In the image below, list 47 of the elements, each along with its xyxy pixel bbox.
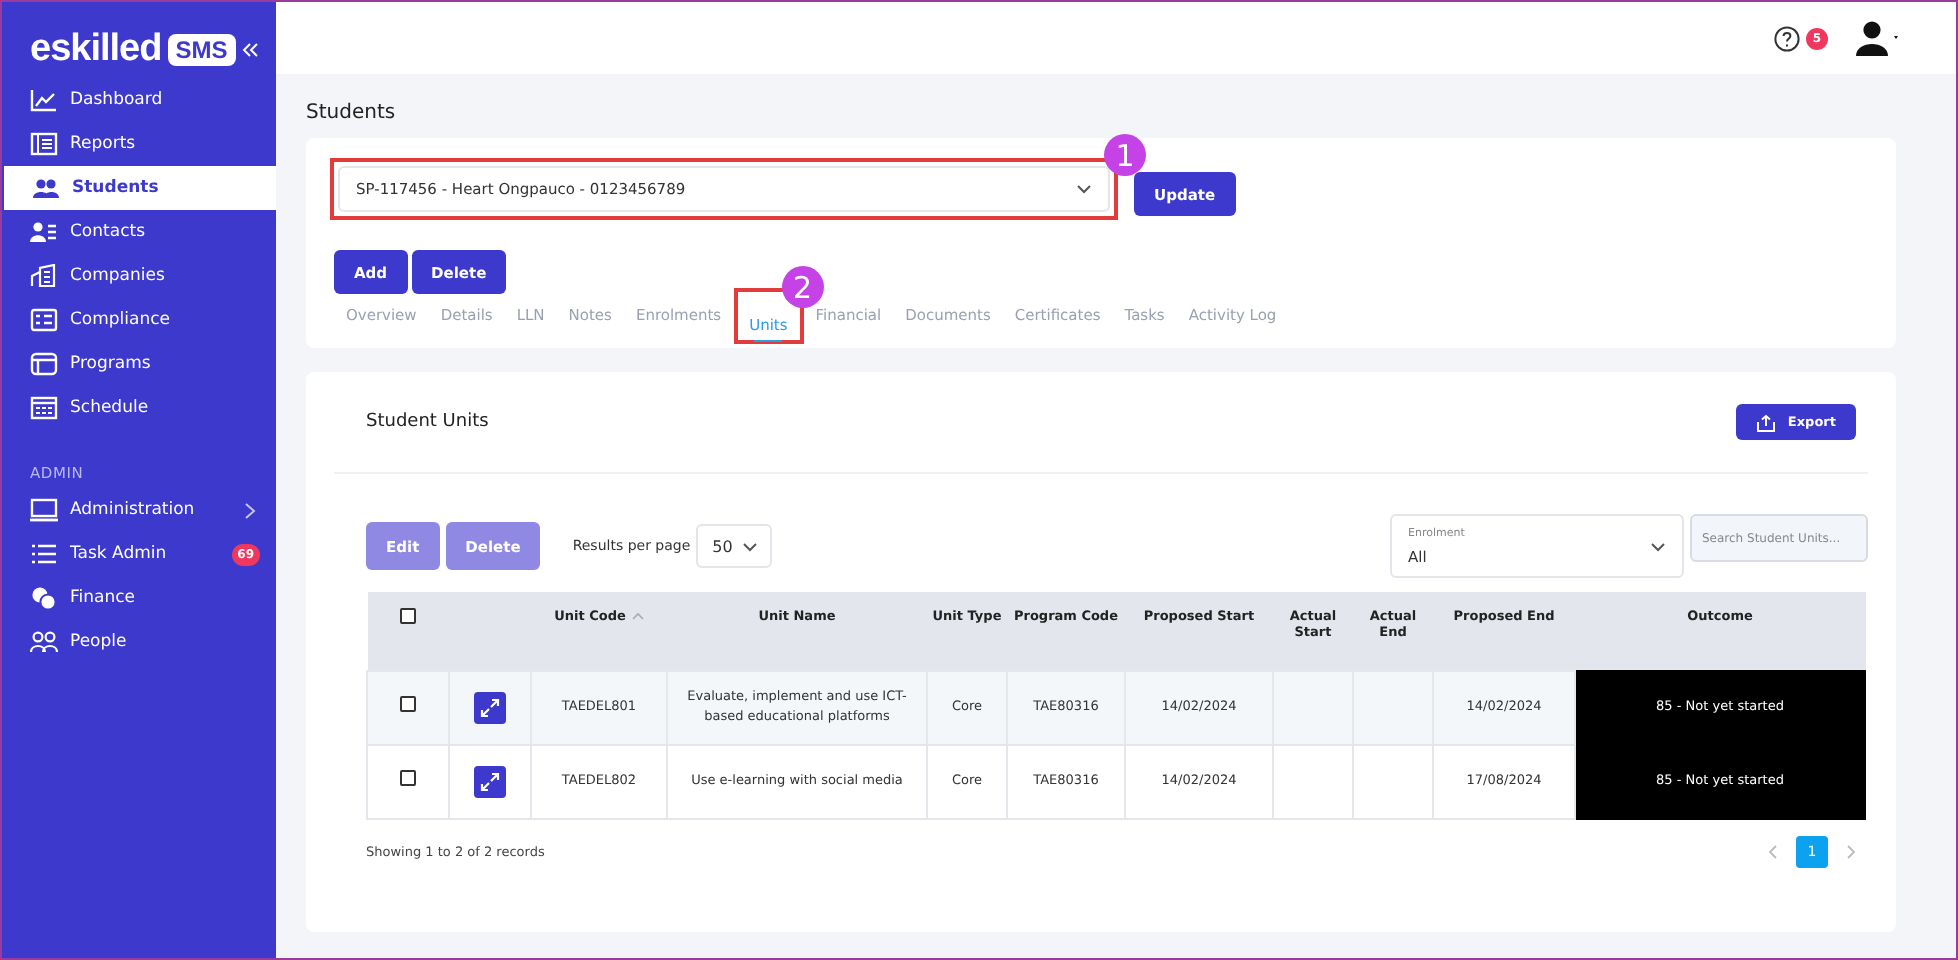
results-per-page-select[interactable]: 50 (696, 524, 773, 568)
sidebar-item[interactable]: Compliance (2, 298, 276, 342)
callout-number: 1 (1104, 134, 1146, 176)
contact-icon (30, 220, 58, 244)
building-icon (30, 264, 58, 288)
sidebar-item[interactable]: Programs (2, 342, 276, 386)
checkbox[interactable] (400, 696, 416, 713)
chevron-down-icon (1076, 184, 1092, 194)
checkbox[interactable] (400, 608, 416, 624)
collapse-icon (241, 41, 258, 57)
window-icon (30, 352, 58, 376)
coins-icon (30, 586, 58, 610)
sidebar-item[interactable]: Contacts (2, 210, 276, 254)
expand-icon (480, 697, 500, 718)
sort-up-icon (631, 612, 644, 620)
chevron-left-icon (1768, 844, 1778, 860)
sidebar-item[interactable]: People (2, 620, 276, 664)
people-icon (30, 630, 58, 654)
expand-button[interactable] (474, 691, 506, 724)
panel-title: Student Units (366, 412, 489, 432)
callout-number: 2 (781, 266, 824, 308)
checkbox[interactable] (400, 770, 416, 787)
chevron-down-icon (1650, 541, 1666, 551)
users-icon (32, 176, 60, 200)
page-title: Students (306, 102, 398, 124)
checklist-icon (30, 308, 58, 332)
chart-icon (30, 88, 58, 112)
sidebar-item[interactable]: Reports (2, 122, 276, 166)
export-icon (1755, 413, 1776, 431)
calendar-icon (30, 396, 58, 420)
expand-icon (480, 771, 500, 792)
expand-button[interactable] (474, 765, 506, 798)
monitor-icon (30, 498, 58, 522)
sidebar-item[interactable]: Schedule (2, 386, 276, 430)
sidebar-item[interactable]: Administration (2, 488, 276, 532)
sidebar-item[interactable]: Finance (2, 576, 276, 620)
sidebar-item[interactable]: Companies (2, 254, 276, 298)
list-icon (30, 542, 58, 566)
brand-logo: eskilled (30, 27, 162, 71)
help-icon (1774, 25, 1800, 51)
sidebar-item[interactable]: Students (4, 166, 276, 210)
sidebar-item[interactable]: Dashboard (2, 78, 276, 122)
chevron-down-icon (742, 541, 759, 551)
chevron-right-icon (1846, 844, 1856, 860)
brand-badge: SMS (167, 33, 236, 65)
report-icon (30, 132, 58, 156)
user-icon (1854, 20, 1902, 56)
